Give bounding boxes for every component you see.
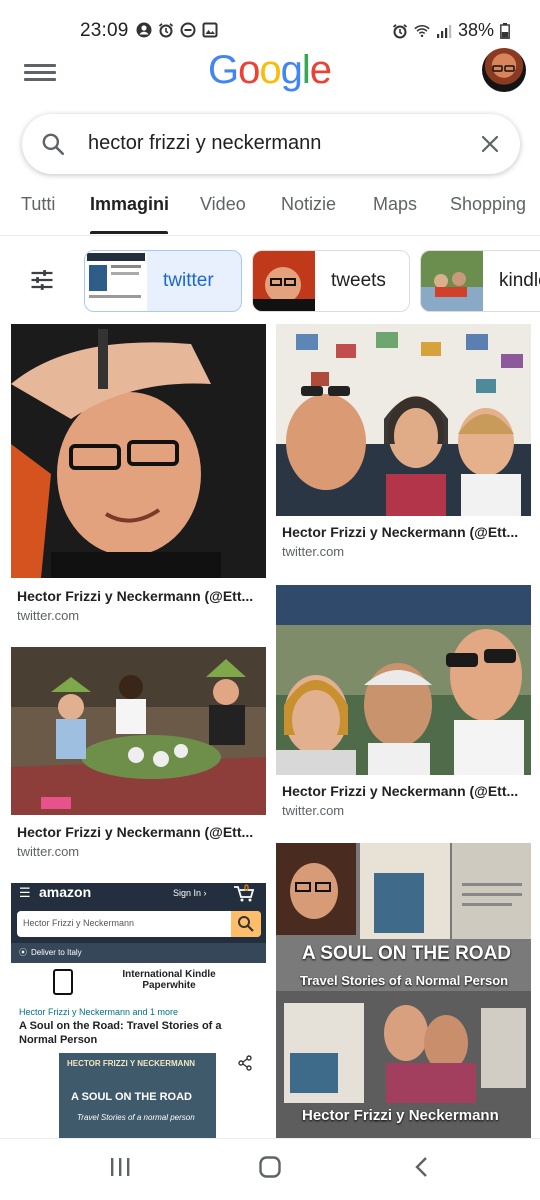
result-card-book[interactable]: A SOUL ON THE ROAD Travel Stories of a N… xyxy=(276,843,531,1138)
search-icon xyxy=(231,911,261,937)
book-title: A Soul on the Road: Travel Stories of a … xyxy=(19,1020,222,1046)
location-icon: ⦿ xyxy=(19,948,27,957)
result-title[interactable]: Hector Frizzi y Neckermann (@Ett... xyxy=(282,524,518,540)
status-icons-left xyxy=(136,22,218,38)
result-card[interactable]: Hector Frizzi y Neckermann (@Ett... twit… xyxy=(11,324,266,624)
chip-thumbnail xyxy=(253,251,315,311)
tab-notizie[interactable]: Notizie xyxy=(281,194,336,215)
book-subtitle: Travel Stories of a Normal Person xyxy=(300,973,509,988)
book-cover: HECTOR FRIZZI Y NECKERMANN A SOUL ON THE… xyxy=(59,1053,216,1138)
result-source: twitter.com xyxy=(17,844,80,859)
chip-label: twitter xyxy=(163,270,214,291)
alarm-icon xyxy=(158,23,174,38)
amazon-header: ☰ amazon Sign In › 0 Hector Frizzi y Nec… xyxy=(11,883,266,943)
book-title: A SOUL ON THE ROAD xyxy=(302,943,512,964)
battery-icon xyxy=(500,22,510,39)
promo-text: International Kindle Paperwhite xyxy=(122,969,216,991)
tab-shopping[interactable]: Shopping xyxy=(450,194,526,215)
search-input[interactable]: hector frizzi y neckermann xyxy=(88,132,321,155)
result-image[interactable] xyxy=(11,647,266,815)
recent-apps-icon[interactable] xyxy=(108,1155,132,1179)
back-icon[interactable] xyxy=(410,1155,434,1179)
tab-maps[interactable]: Maps xyxy=(373,194,417,215)
result-card[interactable]: Hector Frizzi y Neckermann (@Ett... twit… xyxy=(276,585,531,825)
home-icon[interactable] xyxy=(258,1155,282,1179)
tune-icon[interactable] xyxy=(28,266,56,294)
chip-kindle[interactable]: kindle xyxy=(420,250,540,312)
result-title[interactable]: Hector Frizzi y Neckermann (@Ett... xyxy=(17,824,253,840)
search-tabs: Tutti Immagini Video Notizie Maps Shoppi… xyxy=(0,192,540,236)
search-box[interactable]: hector frizzi y neckermann xyxy=(22,114,520,174)
avatar[interactable] xyxy=(482,48,526,92)
chip-tweets[interactable]: tweets xyxy=(252,250,410,312)
active-tab-indicator xyxy=(90,231,168,234)
chip-thumbnail xyxy=(85,251,147,311)
chip-twitter[interactable]: twitter xyxy=(84,250,242,312)
status-time: 23:09 xyxy=(80,20,129,41)
battery-percent: 38% xyxy=(457,20,494,40)
result-title[interactable]: Hector Frizzi y Neckermann (@Ett... xyxy=(282,783,518,799)
result-title[interactable]: Hector Frizzi y Neckermann (@Ett... xyxy=(17,588,253,604)
result-source: twitter.com xyxy=(282,803,345,818)
search-icon[interactable] xyxy=(40,131,66,157)
result-source: twitter.com xyxy=(17,608,80,623)
chip-label: kindle xyxy=(499,270,540,291)
cart-count: 0 xyxy=(244,883,250,893)
share-icon xyxy=(238,1055,252,1071)
result-image[interactable] xyxy=(276,585,531,775)
result-card-amazon[interactable]: ☰ amazon Sign In › 0 Hector Frizzi y Nec… xyxy=(11,883,266,1138)
chip-label: tweets xyxy=(331,270,386,291)
chip-thumbnail xyxy=(421,251,483,311)
tab-immagini[interactable]: Immagini xyxy=(90,194,169,215)
close-icon[interactable] xyxy=(478,132,502,156)
tab-video[interactable]: Video xyxy=(200,194,246,215)
google-logo[interactable]: Google xyxy=(208,48,332,93)
book-author: Hector Frizzi y Neckermann xyxy=(302,1107,499,1124)
image-icon xyxy=(202,22,218,38)
tab-tutti[interactable]: Tutti xyxy=(21,194,55,215)
menu-icon[interactable] xyxy=(24,60,56,84)
account-circle-icon xyxy=(136,22,152,38)
result-card[interactable]: Hector Frizzi y Neckermann (@Ett... twit… xyxy=(11,647,266,867)
wifi-icon xyxy=(414,24,430,37)
kindle-device xyxy=(53,969,73,995)
deliver-bar: ⦿ Deliver to Italy xyxy=(11,943,266,963)
status-icons-right: 38% xyxy=(392,20,510,41)
result-card[interactable]: Hector Frizzi y Neckermann (@Ett... twit… xyxy=(276,324,531,564)
alarm-icon xyxy=(392,23,408,38)
do-not-disturb-icon xyxy=(180,22,196,38)
result-source: twitter.com xyxy=(282,544,345,559)
result-image[interactable] xyxy=(11,324,266,578)
sign-in-link: Sign In › xyxy=(173,888,207,898)
result-image[interactable] xyxy=(276,324,531,516)
author-link: Hector Frizzi y Neckermann and 1 more xyxy=(19,1007,179,1017)
android-nav-bar xyxy=(0,1138,540,1200)
result-image[interactable]: A SOUL ON THE ROAD Travel Stories of a N… xyxy=(276,843,531,1138)
amazon-search-field: Hector Frizzi y Neckermann xyxy=(17,911,261,937)
amazon-logo: amazon xyxy=(39,884,92,900)
menu-icon: ☰ xyxy=(19,885,31,900)
signal-icon xyxy=(436,24,452,38)
